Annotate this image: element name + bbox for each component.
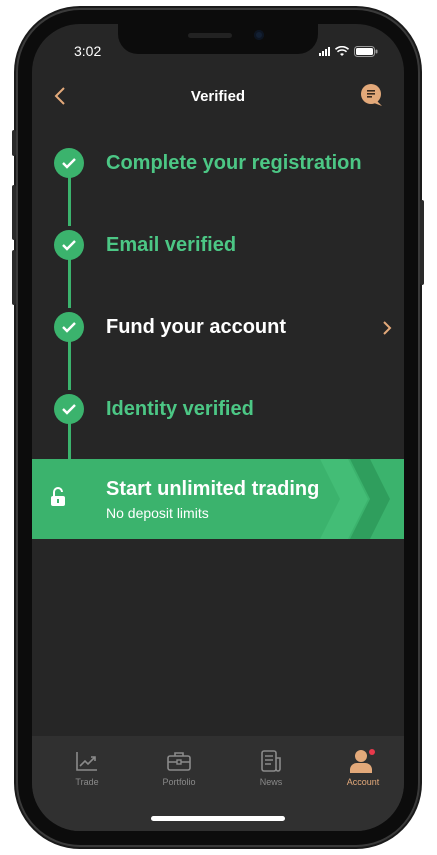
step-label: Email verified [106,234,237,256]
news-icon [236,748,306,774]
tab-label: News [259,777,283,787]
unlock-icon [50,487,66,512]
step-identity-verified: Identity verified [32,394,404,430]
volume-up-button [12,185,16,240]
tab-label: Trade [75,777,99,787]
notification-dot [369,749,375,755]
support-chat-icon[interactable] [360,83,384,112]
chart-icon [52,748,122,774]
volume-down-button [12,250,16,305]
check-icon [54,312,84,342]
step-label: Identity verified [106,398,254,420]
phone-frame: 3:02 Verified Complete your registration… [12,10,424,845]
home-indicator[interactable] [151,816,285,821]
power-button [420,200,424,285]
wifi-icon [335,46,349,57]
banner-subtitle: No deposit limits [106,505,209,521]
step-label: Fund your account [106,316,286,338]
mute-switch [12,130,16,156]
battery-icon [354,46,378,57]
decorative-arrow-icon [320,459,390,539]
step-email-verified: Email verified [32,230,404,266]
check-icon [54,230,84,260]
step-fund-account[interactable]: Fund your account [32,312,404,348]
signal-icon [319,47,330,56]
speaker [188,33,232,38]
tab-account[interactable]: Account [328,748,398,787]
banner-title: Start unlimited trading [106,478,320,500]
briefcase-icon [144,748,214,774]
bottom-tab-bar: Trade Portfolio News Account [32,736,404,831]
notch [118,24,318,54]
front-camera [254,30,264,40]
step-complete-registration: Complete your registration [32,148,404,184]
tab-portfolio[interactable]: Portfolio [144,748,214,787]
step-label: Complete your registration [106,152,362,174]
tab-label: Portfolio [162,777,196,787]
tab-label: Account [346,777,380,787]
check-icon [54,148,84,178]
status-time: 3:02 [74,43,102,59]
tab-news[interactable]: News [236,748,306,787]
tab-trade[interactable]: Trade [52,748,122,787]
account-icon [328,748,398,774]
chevron-right-icon [382,320,392,341]
unlimited-trading-banner[interactable]: Start unlimited trading No deposit limit… [32,459,404,539]
check-icon [54,394,84,424]
status-icons [319,46,378,57]
app-screen: 3:02 Verified Complete your registration… [32,24,404,831]
page-title: Verified [190,88,246,105]
